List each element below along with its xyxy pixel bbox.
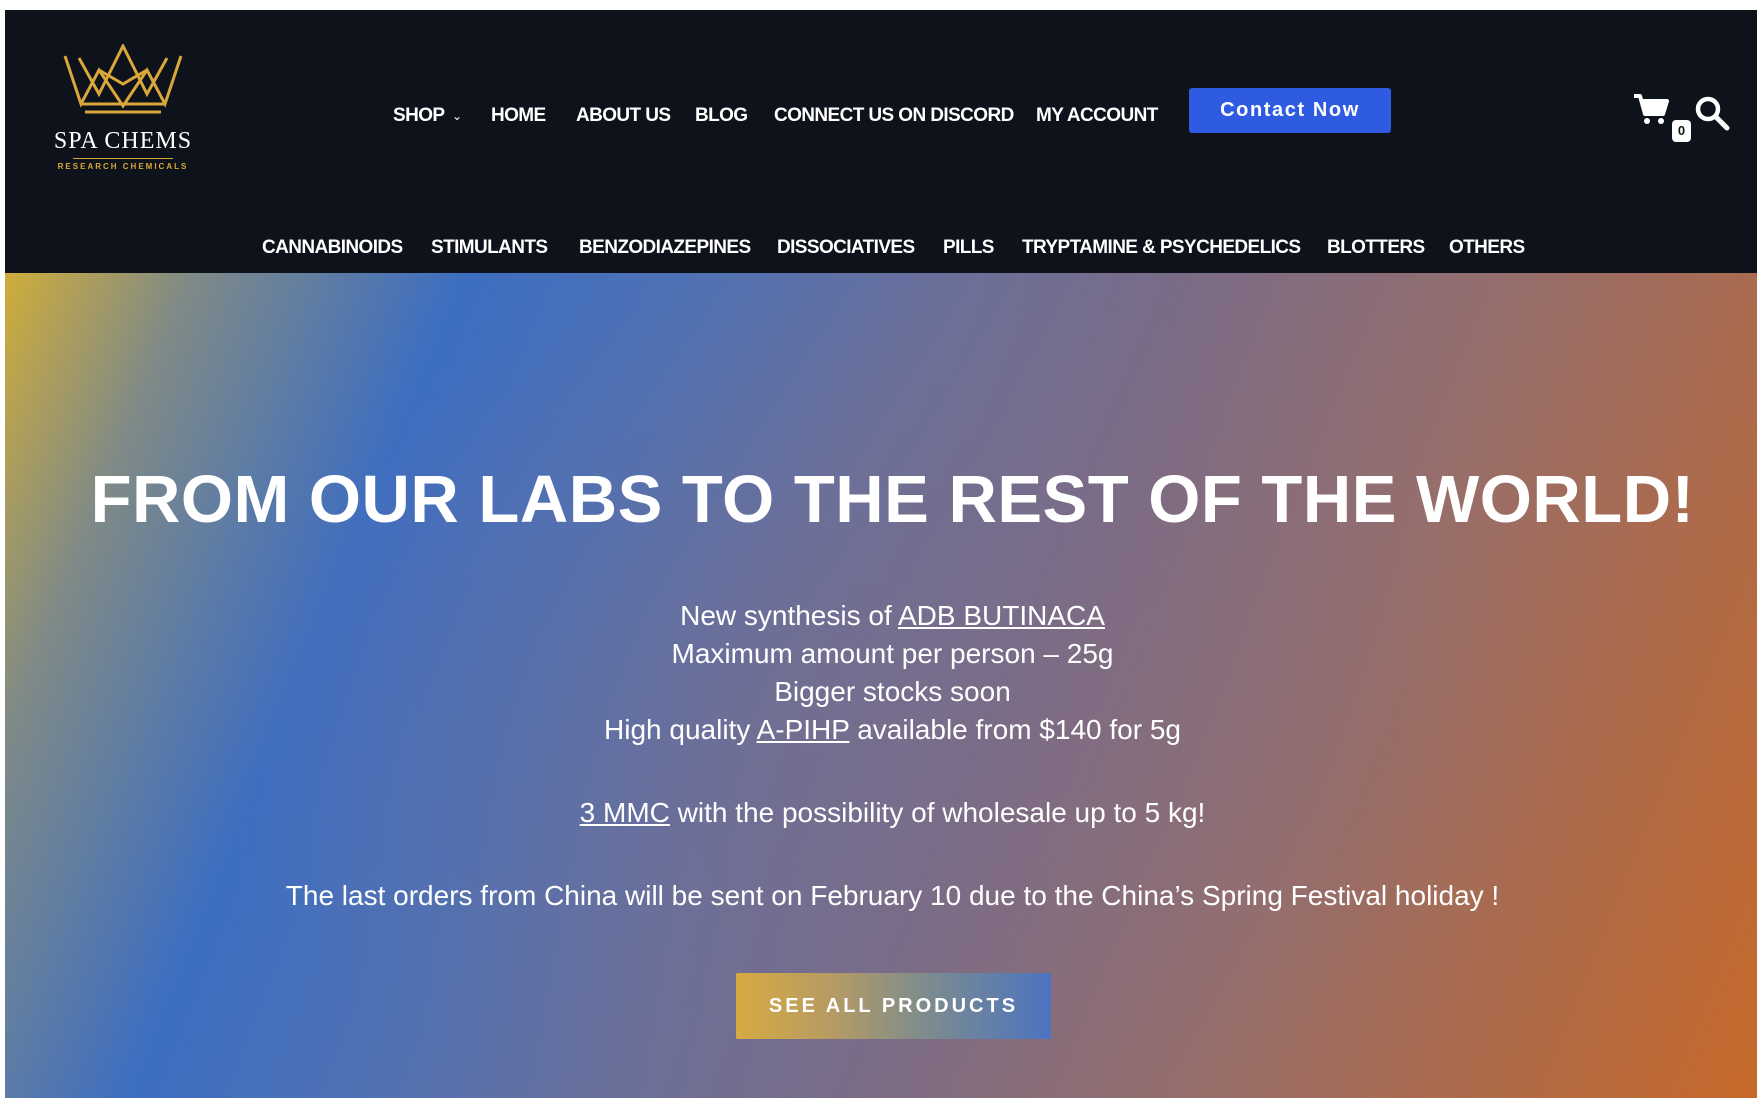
hero-section: FROM OUR LABS TO THE REST OF THE WORLD! …	[5, 273, 1757, 1098]
adb-butinaca-link[interactable]: ADB BUTINACA	[898, 600, 1105, 631]
category-stimulants[interactable]: STIMULANTS	[431, 232, 548, 264]
category-others[interactable]: OTHERS	[1449, 232, 1525, 264]
category-cannabinoids[interactable]: CANNABINOIDS	[262, 232, 403, 264]
category-blotters[interactable]: BLOTTERS	[1327, 232, 1425, 264]
nav-home[interactable]: HOME	[491, 100, 546, 132]
category-tryptamine-psychedelics[interactable]: TRYPTAMINE & PSYCHEDELICS	[1022, 232, 1301, 264]
logo-name: SPA CHEMS	[53, 128, 193, 154]
hero-line-3mmc: 3 MMC with the possibility of wholesale …	[5, 795, 1757, 831]
hero-title: FROM OUR LABS TO THE REST OF THE WORLD!	[90, 462, 1695, 537]
hero-line-stocks: Bigger stocks soon	[774, 676, 1011, 707]
nav-discord[interactable]: CONNECT US ON DISCORD	[774, 100, 1014, 132]
hero-line-3mmc-post: with the possibility of wholesale up to …	[669, 797, 1206, 828]
a-pihp-link[interactable]: A-PIHP	[757, 714, 850, 745]
contact-now-button[interactable]: Contact Now	[1189, 88, 1391, 133]
nav-shop[interactable]: SHOP	[393, 100, 445, 132]
chevron-down-icon[interactable]: ⌄	[452, 100, 462, 132]
logo[interactable]: SPA CHEMS RESEARCH CHEMICALS	[43, 44, 203, 184]
cart-count-badge: 0	[1672, 120, 1691, 142]
category-dissociatives[interactable]: DISSOCIATIVES	[777, 232, 915, 264]
hero-line-adb-text: New synthesis of	[680, 600, 898, 631]
hero-line-china-notice: The last orders from China will be sent …	[285, 880, 1500, 911]
nav-about-us[interactable]: ABOUT US	[576, 100, 671, 132]
hero-line-apihp-pre: High quality	[604, 714, 757, 745]
logo-divider	[73, 158, 173, 159]
cart-icon	[1634, 94, 1669, 124]
search-button[interactable]	[1693, 94, 1735, 136]
see-all-products-button[interactable]: SEE ALL PRODUCTS	[736, 973, 1051, 1039]
nav-my-account[interactable]: MY ACCOUNT	[1036, 100, 1158, 132]
logo-tagline: RESEARCH CHEMICALS	[57, 162, 189, 171]
cart-button[interactable]: 0	[1632, 92, 1691, 142]
category-pills[interactable]: PILLS	[943, 232, 994, 264]
nav-blog[interactable]: BLOG	[695, 100, 748, 132]
page: SPA CHEMS RESEARCH CHEMICALS SHOP ⌄ HOME…	[5, 10, 1757, 1098]
site-header: SPA CHEMS RESEARCH CHEMICALS SHOP ⌄ HOME…	[5, 10, 1757, 273]
hero-line-apihp: High quality A-PIHP available from $140 …	[5, 712, 1757, 748]
crown-icon	[63, 44, 183, 114]
category-benzodiazepines[interactable]: BENZODIAZEPINES	[579, 232, 751, 264]
hero-line-apihp-post: available from $140 for 5g	[849, 714, 1181, 745]
hero-line-adb: New synthesis of ADB BUTINACA	[5, 598, 1757, 634]
hero-line-max-amount: Maximum amount per person – 25g	[671, 638, 1114, 669]
search-icon	[1695, 96, 1730, 131]
3-mmc-link[interactable]: 3 MMC	[580, 797, 670, 828]
